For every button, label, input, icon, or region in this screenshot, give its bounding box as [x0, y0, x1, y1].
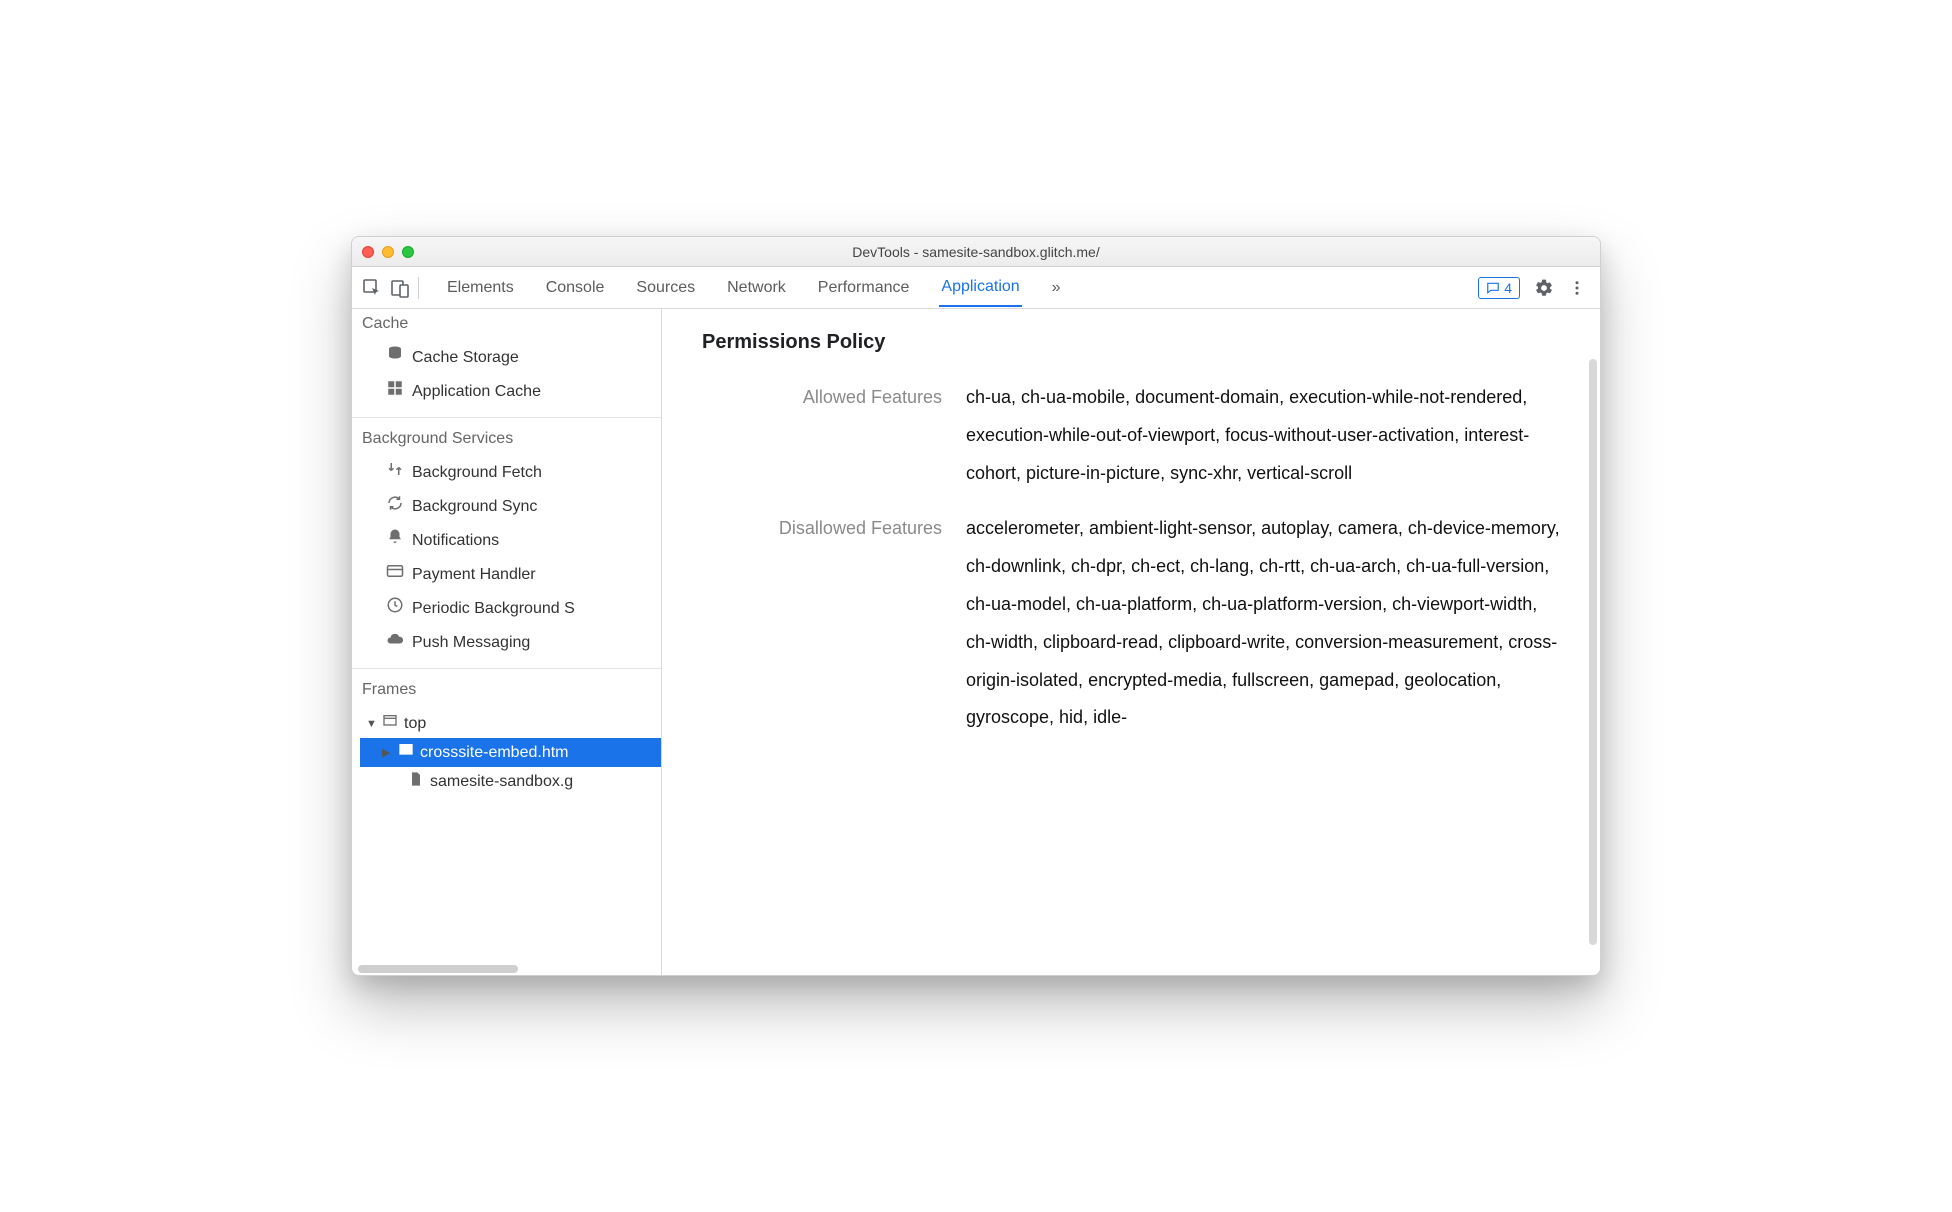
allowed-features-value: ch-ua, ch-ua-mobile, document-domain, ex… — [966, 379, 1560, 492]
frame-details-pane[interactable]: Permissions Policy Allowed Features ch-u… — [662, 309, 1600, 975]
sidebar-horizontal-scrollbar[interactable] — [358, 965, 655, 973]
item-label: Payment Handler — [412, 563, 536, 587]
cloud-icon — [386, 630, 404, 656]
frame-label: top — [404, 715, 426, 733]
bg-services-section-header: Background Services — [352, 424, 661, 456]
inspect-element-icon[interactable] — [362, 278, 382, 298]
sidebar-item-payment-handler[interactable]: Payment Handler — [352, 558, 661, 592]
frames-tree: ▼ top ▶ crosssite-embed.htm samesite-san… — [352, 707, 661, 796]
tab-performance[interactable]: Performance — [816, 269, 912, 307]
allowed-features-label: Allowed Features — [702, 379, 942, 492]
sidebar-item-background-sync[interactable]: Background Sync — [352, 490, 661, 524]
document-icon — [408, 771, 424, 792]
disclosure-closed-icon[interactable]: ▶ — [382, 746, 392, 759]
tab-sources[interactable]: Sources — [634, 269, 697, 307]
sidebar-item-notifications[interactable]: Notifications — [352, 524, 661, 558]
grid-icon — [386, 379, 404, 405]
window-frame-icon — [382, 713, 398, 734]
sync-icon — [386, 494, 404, 520]
frame-crosssite-embed[interactable]: ▶ crosssite-embed.htm — [360, 738, 661, 767]
disallowed-features-value: accelerometer, ambient-light-sensor, aut… — [966, 510, 1560, 737]
disallowed-features-row: Disallowed Features accelerometer, ambie… — [702, 510, 1560, 737]
sidebar-item-periodic-background-sync[interactable]: Periodic Background S — [352, 592, 661, 626]
sidebar-item-background-fetch[interactable]: Background Fetch — [352, 456, 661, 490]
window-title: DevTools - samesite-sandbox.glitch.me/ — [352, 244, 1600, 260]
messages-count: 4 — [1504, 280, 1512, 296]
content-vertical-scrollbar[interactable] — [1589, 359, 1597, 945]
clock-icon — [386, 596, 404, 622]
application-sidebar[interactable]: Cache Cache Storage Application Cache Ba… — [352, 309, 662, 975]
item-label: Application Cache — [412, 380, 541, 404]
sidebar-item-cache-storage[interactable]: Cache Storage — [352, 341, 661, 375]
database-icon — [386, 345, 404, 371]
frame-embed-icon — [398, 742, 414, 763]
item-label: Periodic Background S — [412, 597, 575, 621]
disclosure-open-icon[interactable]: ▼ — [366, 718, 376, 730]
separator — [418, 277, 419, 299]
frame-samesite-sandbox[interactable]: samesite-sandbox.g — [360, 767, 661, 796]
item-label: Push Messaging — [412, 631, 530, 655]
item-label: Background Fetch — [412, 461, 542, 485]
settings-icon[interactable] — [1534, 278, 1554, 298]
cache-section-header: Cache — [352, 309, 661, 341]
tab-elements[interactable]: Elements — [445, 269, 516, 307]
fetch-icon — [386, 460, 404, 486]
frame-label: samesite-sandbox.g — [430, 773, 573, 791]
item-label: Notifications — [412, 529, 499, 553]
permissions-policy-heading: Permissions Policy — [702, 321, 1560, 363]
sidebar-item-application-cache[interactable]: Application Cache — [352, 375, 661, 409]
devtools-window: DevTools - samesite-sandbox.glitch.me/ E… — [351, 236, 1601, 976]
tab-application[interactable]: Application — [939, 268, 1021, 307]
frame-top[interactable]: ▼ top — [360, 709, 661, 738]
item-label: Background Sync — [412, 495, 537, 519]
disallowed-features-label: Disallowed Features — [702, 510, 942, 737]
kebab-menu-icon[interactable] — [1568, 279, 1586, 297]
messages-badge[interactable]: 4 — [1478, 277, 1520, 299]
panel-tabs: Elements Console Sources Network Perform… — [445, 268, 1063, 307]
tab-console[interactable]: Console — [544, 269, 607, 307]
sidebar-item-push-messaging[interactable]: Push Messaging — [352, 626, 661, 660]
item-label: Cache Storage — [412, 346, 519, 370]
bell-icon — [386, 528, 404, 554]
message-icon — [1486, 281, 1500, 295]
toolbar-right: 4 — [1478, 277, 1586, 299]
titlebar: DevTools - samesite-sandbox.glitch.me/ — [352, 237, 1600, 267]
credit-card-icon — [386, 562, 404, 588]
device-toolbar-icon[interactable] — [390, 278, 410, 298]
frames-section-header: Frames — [352, 675, 661, 707]
frame-label: crosssite-embed.htm — [420, 744, 569, 762]
tab-network[interactable]: Network — [725, 269, 788, 307]
more-tabs-button[interactable]: » — [1050, 269, 1063, 307]
devtools-toolbar: Elements Console Sources Network Perform… — [352, 267, 1600, 309]
allowed-features-row: Allowed Features ch-ua, ch-ua-mobile, do… — [702, 379, 1560, 492]
